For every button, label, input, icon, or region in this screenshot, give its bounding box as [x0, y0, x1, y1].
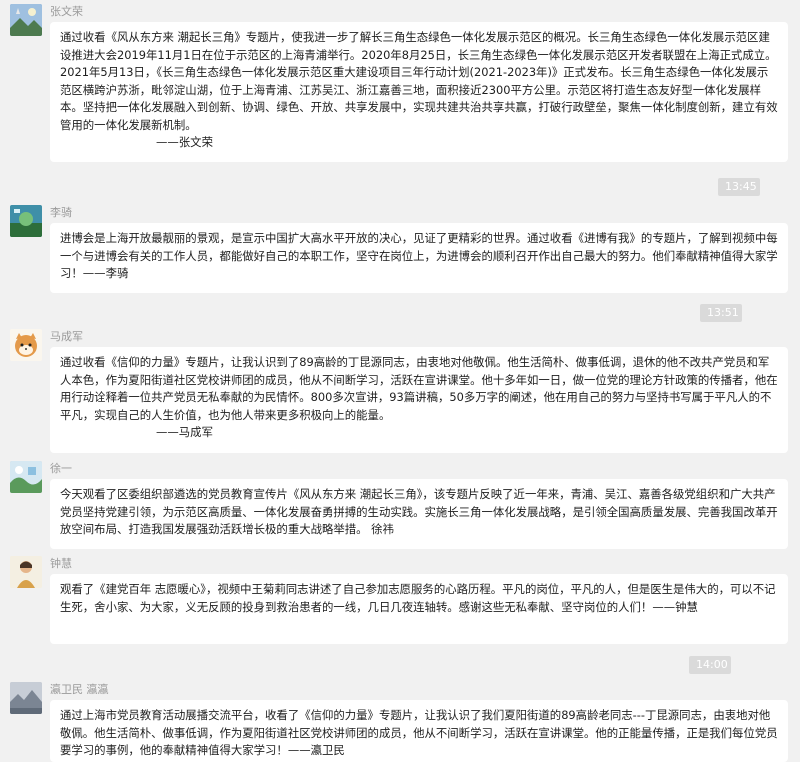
avatar[interactable] [10, 329, 42, 361]
timestamp: 13:45 [718, 178, 760, 196]
message-bubble[interactable]: 通过收看《风从东方来 潮起长三角》专题片，使我进一步了解长三角生态绿色一体化发展… [50, 22, 788, 162]
sender-name: 徐一 [50, 462, 72, 475]
avatar-image [10, 556, 42, 588]
avatar[interactable] [10, 682, 42, 714]
sender-name: 李骑 [50, 206, 72, 219]
sender-name: 张文荣 [50, 5, 83, 18]
avatar[interactable] [10, 461, 42, 493]
avatar-image [10, 205, 42, 237]
sender-name: 钟慧 [50, 557, 72, 570]
avatar-image [10, 329, 42, 361]
avatar[interactable] [10, 205, 42, 237]
sender-name: 马成军 [50, 330, 83, 343]
message-text: 今天观看了区委组织部遴选的党员教育宣传片《风从东方来 潮起长三角》，该专题片反映… [60, 487, 778, 536]
sender-name: 瀛卫民 瀛瀛 [50, 683, 109, 696]
message-text: 通过收看《信仰的力量》专题片，让我认识到了89高龄的丁昆源同志，由衷地对他敬佩。… [60, 355, 778, 422]
avatar-image [10, 4, 42, 36]
message-signature: ——马成军 [156, 425, 213, 439]
message-bubble[interactable]: 今天观看了区委组织部遴选的党员教育宣传片《风从东方来 潮起长三角》，该专题片反映… [50, 479, 788, 549]
message-bubble[interactable]: 通过收看《信仰的力量》专题片，让我认识到了89高龄的丁昆源同志，由衷地对他敬佩。… [50, 347, 788, 453]
message-bubble[interactable]: 观看了《建党百年 志愿暖心》，视频中王菊莉同志讲述了自己参加志愿服务的心路历程。… [50, 574, 788, 644]
message-signature: ——张文荣 [156, 135, 213, 149]
avatar-image [10, 461, 42, 493]
avatar-image [10, 682, 42, 714]
chat-history[interactable]: 张文荣 通过收看《风从东方来 潮起长三角》专题片，使我进一步了解长三角生态绿色一… [0, 0, 800, 762]
message-bubble[interactable]: 进博会是上海开放最靓丽的景观，是宣示中国扩大高水平开放的决心，见证了更精彩的世界… [50, 223, 788, 293]
message-text: 通过收看《风从东方来 潮起长三角》专题片，使我进一步了解长三角生态绿色一体化发展… [60, 30, 778, 132]
avatar[interactable] [10, 4, 42, 36]
message-bubble[interactable]: 通过上海市党员教育活动展播交流平台，收看了《信仰的力量》专题片，让我认识了我们夏… [50, 700, 788, 762]
message-text: 观看了《建党百年 志愿暖心》，视频中王菊莉同志讲述了自己参加志愿服务的心路历程。… [60, 582, 776, 614]
timestamp: 13:51 [700, 304, 742, 322]
avatar[interactable] [10, 556, 42, 588]
message-text: 进博会是上海开放最靓丽的景观，是宣示中国扩大高水平开放的决心，见证了更精彩的世界… [60, 231, 778, 280]
message-text: 通过上海市党员教育活动展播交流平台，收看了《信仰的力量》专题片，让我认识了我们夏… [60, 708, 778, 757]
timestamp: 14:00 [689, 656, 731, 674]
